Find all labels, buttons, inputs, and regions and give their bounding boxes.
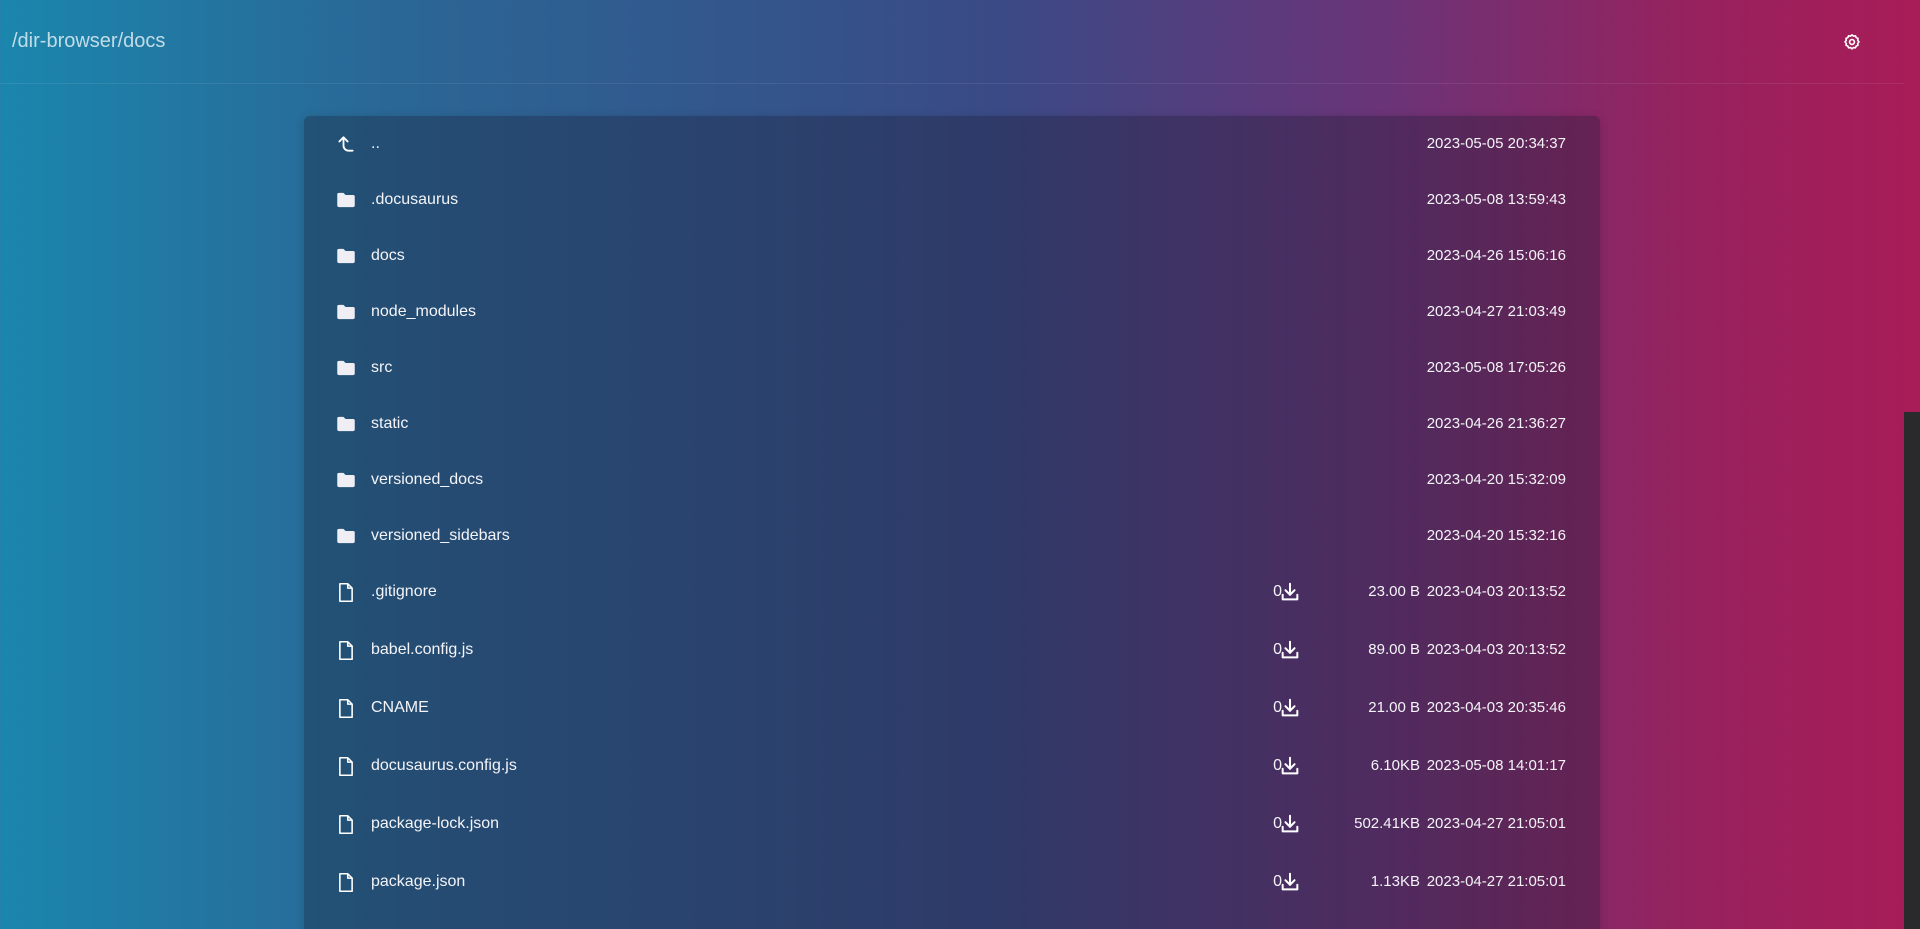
entry-name[interactable]: versioned_sidebars <box>371 527 510 545</box>
file-icon <box>336 698 356 718</box>
file-size: 23.00 B <box>1368 583 1420 600</box>
entry-name[interactable]: package.json <box>371 873 465 891</box>
entry-name[interactable]: docusaurus.config.js <box>371 757 517 775</box>
folder-row[interactable]: docs 2023-04-26 15:06:16 <box>304 234 1600 278</box>
file-list: .. 2023-05-05 20:34:37 .docusaurus 2023-05-… <box>304 116 1600 929</box>
file-icon <box>336 872 356 892</box>
entry-name[interactable]: node_modules <box>371 303 476 321</box>
file-row[interactable]: package.json 0 1.13KB 2023-04-27 21:05:01 <box>304 860 1600 904</box>
download-icon[interactable] <box>1278 580 1302 604</box>
folder-icon <box>336 414 356 434</box>
file-row[interactable]: package-lock.json 0 502.41KB 2023-04-27 21:… <box>304 802 1600 846</box>
modified-date: 2023-04-27 21:05:01 <box>1426 815 1566 832</box>
folder-icon <box>336 190 356 210</box>
entry-name[interactable]: CNAME <box>371 699 429 717</box>
modified-date: 2023-04-03 20:13:52 <box>1426 641 1566 658</box>
entry-name[interactable]: .docusaurus <box>371 191 458 209</box>
folder-row[interactable]: static 2023-04-26 21:36:27 <box>304 402 1600 446</box>
modified-date: 2023-04-26 15:06:16 <box>1426 247 1566 264</box>
folder-icon <box>336 470 356 490</box>
modified-date: 2023-04-26 21:36:27 <box>1426 415 1566 432</box>
file-icon <box>336 756 356 776</box>
file-size: 89.00 B <box>1368 641 1420 658</box>
top-bar: /dir-browser/docs <box>0 0 1904 84</box>
modified-date: 2023-04-03 20:13:52 <box>1426 583 1566 600</box>
download-icon[interactable] <box>1278 696 1302 720</box>
entry-name[interactable]: .. <box>371 135 380 153</box>
parent-directory-icon <box>336 134 356 154</box>
folder-row[interactable]: .docusaurus 2023-05-08 13:59:43 <box>304 178 1600 222</box>
download-icon[interactable] <box>1278 638 1302 662</box>
file-row[interactable]: CNAME 0 21.00 B 2023-04-03 20:35:46 <box>304 686 1600 730</box>
modified-date: 2023-04-20 15:32:16 <box>1426 527 1566 544</box>
folder-icon <box>336 526 356 546</box>
file-size: 1.13KB <box>1370 873 1420 890</box>
file-row[interactable]: .gitignore 0 23.00 B 2023-04-03 20:13:52 <box>304 570 1600 614</box>
file-row[interactable]: babel.config.js 0 89.00 B 2023-04-03 20:13:… <box>304 628 1600 672</box>
file-row[interactable]: docusaurus.config.js 0 6.10KB 2023-05-08 14… <box>304 744 1600 788</box>
modified-date: 2023-04-27 21:03:49 <box>1426 303 1566 320</box>
folder-row[interactable]: node_modules 2023-04-27 21:03:49 <box>304 290 1600 334</box>
file-size: 502.41KB <box>1354 815 1420 832</box>
page-scrollbar[interactable] <box>1904 0 1920 929</box>
scrollbar-thumb[interactable] <box>1904 412 1920 929</box>
parent-directory-row[interactable]: .. 2023-05-05 20:34:37 <box>304 122 1600 166</box>
entry-name[interactable]: static <box>371 415 408 433</box>
gear-icon[interactable] <box>1840 30 1864 54</box>
current-path: /dir-browser/docs <box>12 30 166 52</box>
folder-icon <box>336 246 356 266</box>
modified-date: 2023-05-05 20:34:37 <box>1426 135 1566 152</box>
modified-date: 2023-05-08 13:59:43 <box>1426 191 1566 208</box>
file-size: 6.10KB <box>1370 757 1420 774</box>
entry-name[interactable]: docs <box>371 247 405 265</box>
folder-icon <box>336 302 356 322</box>
entry-name[interactable]: package-lock.json <box>371 815 499 833</box>
entry-name[interactable]: babel.config.js <box>371 641 473 659</box>
file-icon <box>336 640 356 660</box>
folder-row[interactable]: src 2023-05-08 17:05:26 <box>304 346 1600 390</box>
download-icon[interactable] <box>1278 754 1302 778</box>
modified-date: 2023-04-03 20:35:46 <box>1426 699 1566 716</box>
entry-name[interactable]: src <box>371 359 392 377</box>
file-icon <box>336 582 356 602</box>
file-icon <box>336 814 356 834</box>
modified-date: 2023-05-08 14:01:17 <box>1426 757 1566 774</box>
folder-icon <box>336 358 356 378</box>
file-size: 21.00 B <box>1368 699 1420 716</box>
modified-date: 2023-04-20 15:32:09 <box>1426 471 1566 488</box>
modified-date: 2023-04-27 21:05:01 <box>1426 873 1566 890</box>
entry-name[interactable]: .gitignore <box>371 583 437 601</box>
folder-row[interactable]: versioned_sidebars 2023-04-20 15:32:16 <box>304 514 1600 558</box>
download-icon[interactable] <box>1278 870 1302 894</box>
modified-date: 2023-05-08 17:05:26 <box>1426 359 1566 376</box>
download-icon[interactable] <box>1278 812 1302 836</box>
entry-name[interactable]: versioned_docs <box>371 471 483 489</box>
folder-row[interactable]: versioned_docs 2023-04-20 15:32:09 <box>304 458 1600 502</box>
